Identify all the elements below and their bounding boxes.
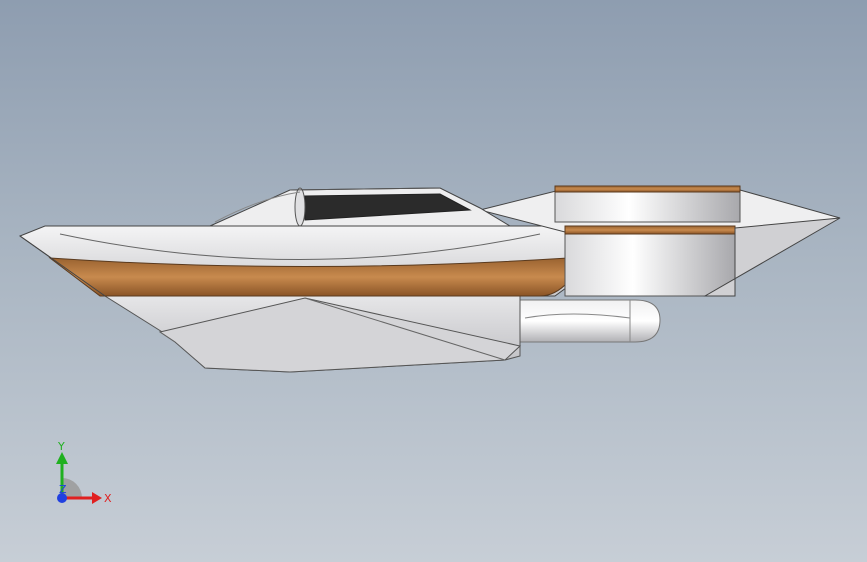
graphics-viewport[interactable]: Y X Z <box>0 0 867 562</box>
coordinate-triad: Y X Z <box>56 440 112 505</box>
y-axis-label: Y <box>57 440 65 453</box>
x-axis-label: X <box>104 492 112 505</box>
lower-pod <box>519 299 661 343</box>
z-axis-label: Z <box>59 483 67 496</box>
y-axis-head <box>56 452 68 464</box>
x-axis-head <box>92 492 102 504</box>
cockpit <box>209 187 512 227</box>
lower-hull <box>103 295 522 373</box>
ship-model[interactable] <box>0 0 867 562</box>
main-hull <box>18 225 571 297</box>
